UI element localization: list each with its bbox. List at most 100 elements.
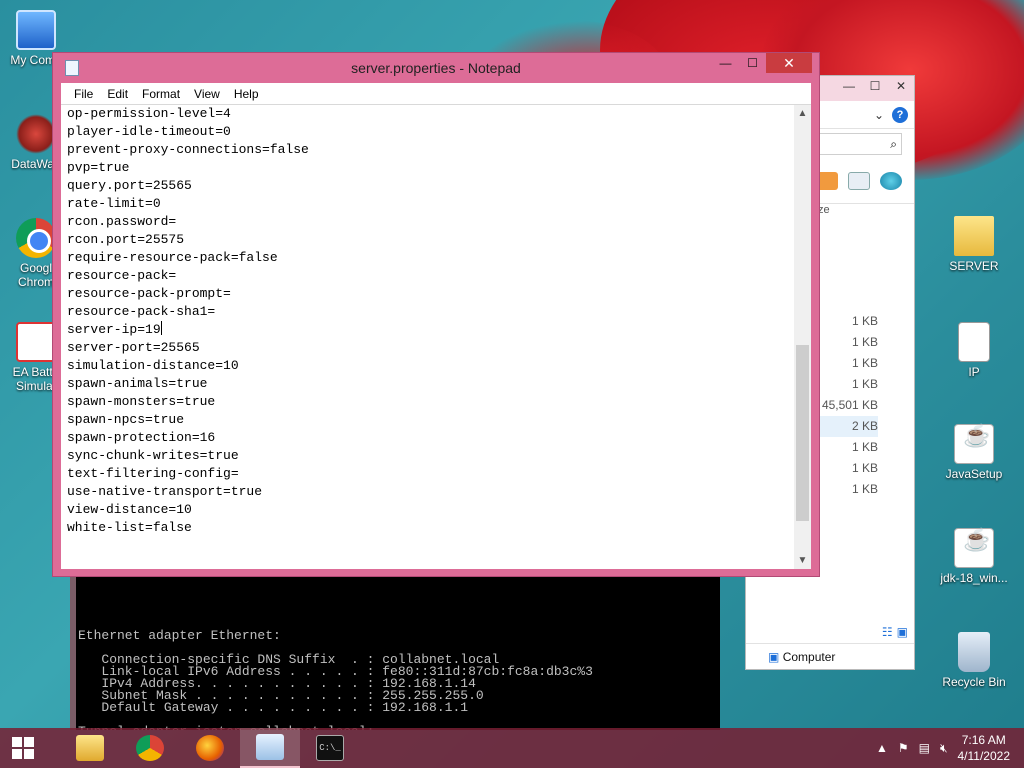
editor-line: op-permission-level=4 [67,106,231,121]
editor-line: player-idle-timeout=0 [67,124,231,139]
chevron-down-icon[interactable]: ⌄ [874,108,884,122]
notepad-window[interactable]: server.properties - Notepad — ☐ ✕ File E… [52,52,820,577]
explorer-minimize-button[interactable]: — [836,76,862,96]
editor-line: pvp=true [67,160,130,175]
explorer-maximize-button[interactable]: ☐ [862,76,888,96]
network-icon[interactable]: ▤ [919,741,930,755]
editor-line: resource-pack-sha1= [67,304,216,319]
menu-file[interactable]: File [67,87,100,101]
editor-line: server-port=25565 [67,340,200,355]
file-size-column: 1 KB 1 KB 1 KB 1 KB 45,501 KB 2 KB 1 KB 1 KB 1 K… [816,311,878,500]
computer-icon [16,10,56,50]
ea-battery-icon [16,322,56,362]
datawag-icon [16,114,56,154]
desktop-icon-label: jdk-18_win... [940,571,1008,585]
taskbar-file-explorer[interactable] [60,728,120,768]
console-output: Ethernet adapter Ethernet: Connection-sp… [78,629,712,730]
view-toggle: ☷ ▣ [882,625,908,639]
system-tray: ▲ ⚑ ▤ 🔇︎ 7:16 AM 4/11/2022 [876,732,1024,764]
editor-line: query.port=25565 [67,178,192,193]
command-prompt-window[interactable]: Ethernet adapter Ethernet: Connection-sp… [70,560,720,730]
explorer-close-button[interactable]: ✕ [888,76,914,96]
clock[interactable]: 7:16 AM 4/11/2022 [958,732,1011,764]
help-icon[interactable]: ? [892,106,908,123]
chrome-icon [16,218,56,258]
editor-line: white-list=false [67,520,192,535]
scroll-down-arrow-icon[interactable]: ▼ [794,552,811,569]
desktop-icon-javasetup[interactable]: JavaSetup [942,424,1006,481]
menu-format[interactable]: Format [135,87,187,101]
menu-edit[interactable]: Edit [100,87,135,101]
vertical-scrollbar[interactable]: ▲ ▼ [794,105,811,569]
editor-line: spawn-animals=true [67,376,208,391]
editor-line: rcon.password= [67,214,177,229]
desktop-icon-label: IP [968,365,980,379]
clock-time: 7:16 AM [961,733,1006,747]
explorer-status-bar: ▣ Computer [746,643,914,669]
editor-line: resource-pack= [67,268,177,283]
file-size-cell[interactable]: 2 KB [816,416,878,437]
window-controls: — ☐ ✕ [712,53,812,73]
taskbar-firefox[interactable] [180,728,240,768]
console-line: Default Gateway . . . . . . . . . : 192.… [78,700,469,715]
desktop-icon-jdk[interactable]: jdk-18_win... [936,528,1012,585]
editor-text[interactable]: op-permission-level=4 player-idle-timeout… [67,105,309,537]
file-size-cell[interactable]: 1 KB [816,437,878,458]
status-location: Computer [782,650,836,664]
desktop-icon-recycle-bin[interactable]: Recycle Bin [936,632,1012,689]
volume-muted-icon[interactable]: 🔇︎ [940,741,948,756]
minimize-button[interactable]: — [712,53,739,73]
file-size-cell[interactable]: 1 KB [816,332,878,353]
network-icon[interactable] [880,172,902,190]
file-size-cell[interactable]: 1 KB [816,311,878,332]
menu-view[interactable]: View [187,87,227,101]
editor-line: spawn-npcs=true [67,412,185,427]
large-icons-view-icon[interactable]: ▣ [897,625,908,639]
editor-line: prevent-proxy-connections=false [67,142,309,157]
text-editor-area[interactable]: op-permission-level=4 player-idle-timeout… [61,104,811,569]
firefox-icon [196,735,224,761]
notepad-titlebar[interactable]: server.properties - Notepad — ☐ ✕ [61,53,812,83]
computer-icon: ▣ [768,650,780,664]
desktop-icon-ip-file[interactable]: IP [942,322,1006,379]
java-icon [954,528,994,568]
search-icon: ⌕ [890,136,897,151]
editor-line: require-resource-pack=false [67,250,278,265]
scrollbar-thumb[interactable] [796,345,809,521]
windows-logo-icon [12,737,34,759]
scroll-up-arrow-icon[interactable]: ▲ [794,105,811,122]
editor-line: simulation-distance=10 [67,358,239,373]
file-size-cell[interactable]: 45,501 KB [816,395,878,416]
search-input[interactable]: ⌕ [816,133,902,155]
email-icon[interactable] [848,172,870,190]
details-view-icon[interactable]: ☷ [882,625,893,639]
start-button[interactable] [0,728,46,768]
taskbar-command-prompt[interactable]: C:\_ [300,728,360,768]
show-hidden-icons-arrow-icon[interactable]: ▲ [876,741,888,755]
desktop-icon-server-folder[interactable]: SERVER [942,216,1006,273]
action-center-flag-icon[interactable]: ⚑ [898,741,909,755]
editor-line: sync-chunk-writes=true [67,448,239,463]
close-button[interactable]: ✕ [766,53,812,73]
editor-line: text-filtering-config= [67,466,239,481]
taskbar-chrome[interactable] [120,728,180,768]
editor-line: view-distance=10 [67,502,192,517]
editor-line: spawn-monsters=true [67,394,216,409]
file-explorer-icon [76,735,104,761]
file-size-cell[interactable]: 1 KB [816,458,878,479]
editor-line: spawn-protection=16 [67,430,216,445]
notepad-icon [256,734,284,760]
file-size-cell[interactable]: 1 KB [816,353,878,374]
command-prompt-icon: C:\_ [316,735,344,761]
maximize-button[interactable]: ☐ [739,53,766,73]
editor-line: rcon.port=25575 [67,232,185,247]
window-title: server.properties - Notepad [351,60,521,76]
taskbar: C:\_ ▲ ⚑ ▤ 🔇︎ 7:16 AM 4/11/2022 [0,728,1024,768]
folder-icon [954,216,994,256]
file-size-cell[interactable]: 1 KB [816,374,878,395]
taskbar-notepad[interactable] [240,728,300,768]
menu-help[interactable]: Help [227,87,266,101]
editor-line: resource-pack-prompt= [67,286,231,301]
text-caret [160,321,162,335]
file-size-cell[interactable]: 1 KB [816,479,878,500]
